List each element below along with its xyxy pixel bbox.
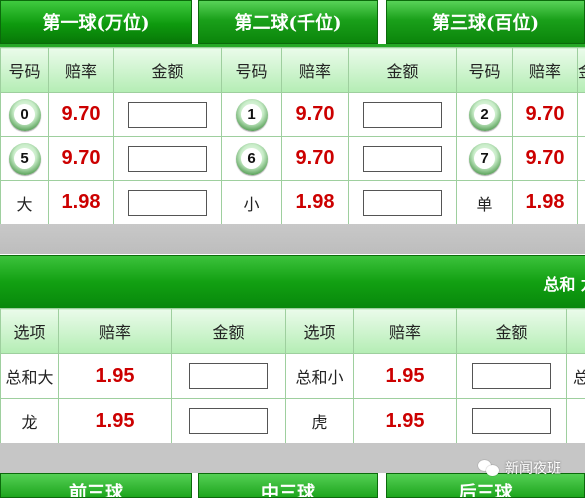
header-amount: 金额 (171, 308, 286, 354)
table-row: 总和大 1.95 总和小 1.95 总 (0, 353, 585, 399)
amount-cell (171, 398, 286, 444)
table-row: 0 9.70 1 9.70 2 9.70 (0, 92, 585, 137)
ball-cell: 5 (0, 136, 49, 181)
odds-value: 9.70 (512, 136, 578, 181)
header-odds: 赔率 (281, 47, 349, 93)
option-label: 虎 (285, 398, 354, 444)
amount-input[interactable] (472, 408, 551, 434)
header-amount: 金额 (577, 47, 585, 93)
odds-value: 9.70 (281, 92, 349, 137)
header-amount: 金额 (456, 308, 567, 354)
header-odds: 赔率 (512, 47, 578, 93)
header-number: 号码 (456, 47, 513, 93)
watermark: 新闻夜班 (478, 458, 561, 478)
table-row: 大 1.98 小 1.98 单 1.98 (0, 180, 585, 225)
ball-6-icon: 6 (235, 142, 268, 175)
odds-value: 1.95 (353, 398, 457, 444)
amount-cell (113, 92, 222, 137)
ball-7-icon: 7 (468, 142, 501, 175)
ball-cell: 7 (456, 136, 513, 181)
odds-value: 9.70 (48, 92, 114, 137)
ball-cell: 2 (456, 92, 513, 137)
empty-cell (566, 398, 585, 444)
amount-cell (171, 353, 286, 399)
odds-value: 1.98 (512, 180, 578, 225)
section-title: 总和 龙 (543, 275, 585, 294)
table-header-row: 选项 赔率 金额 选项 赔率 金额 (0, 308, 585, 354)
odds-value: 9.70 (512, 92, 578, 137)
header-extra (566, 308, 585, 354)
option-label: 单 (456, 180, 513, 225)
amount-cell (456, 353, 567, 399)
tab-ball-3[interactable]: 第三球(百位) (386, 0, 585, 44)
option-label: 小 (221, 180, 282, 225)
amount-cell (348, 180, 457, 225)
amount-input[interactable] (363, 145, 442, 172)
sum-odds-table: 选项 赔率 金额 选项 赔率 金额 总和大 1.95 总和小 1.95 总 龙 … (0, 308, 585, 444)
header-odds: 赔率 (58, 308, 172, 354)
ball-cell: 1 (221, 92, 282, 137)
odds-value: 1.98 (48, 180, 114, 225)
option-label: 总和大 (0, 353, 59, 399)
ball-5-icon: 5 (8, 142, 41, 175)
ball-2-icon: 2 (468, 98, 501, 131)
header-amount: 金额 (113, 47, 222, 93)
tab-front-three[interactable]: 前三球 (0, 473, 192, 498)
amount-input[interactable] (128, 189, 207, 216)
watermark-text: 新闻夜班 (505, 461, 561, 477)
ball-cell: 6 (221, 136, 282, 181)
header-number: 号码 (221, 47, 282, 93)
header-amount: 金额 (348, 47, 457, 93)
wechat-icon (478, 459, 500, 477)
amount-cell (348, 136, 457, 181)
amount-cell (113, 180, 222, 225)
amount-cell (348, 92, 457, 137)
section-banner: 总和 龙 (0, 255, 585, 309)
amount-input[interactable] (472, 363, 551, 389)
tab-ball-1[interactable]: 第一球(万位) (0, 0, 192, 44)
amount-cell (577, 92, 585, 137)
tab-ball-2[interactable]: 第二球(千位) (198, 0, 378, 44)
option-label: 龙 (0, 398, 59, 444)
odds-value: 1.95 (353, 353, 457, 399)
option-label: 总和小 (285, 353, 354, 399)
header-number: 号码 (0, 47, 49, 93)
ball-0-icon: 0 (8, 98, 41, 131)
odds-value: 1.95 (58, 353, 172, 399)
amount-cell (577, 180, 585, 225)
amount-input[interactable] (128, 145, 207, 172)
amount-input[interactable] (363, 101, 442, 128)
section-gap (0, 224, 585, 254)
amount-cell (456, 398, 567, 444)
header-option: 选项 (285, 308, 354, 354)
amount-input[interactable] (189, 363, 268, 389)
amount-cell (113, 136, 222, 181)
amount-input[interactable] (128, 101, 207, 128)
odds-value: 1.95 (58, 398, 172, 444)
odds-value: 9.70 (281, 136, 349, 181)
ball-1-icon: 1 (235, 98, 268, 131)
header-odds: 赔率 (48, 47, 114, 93)
tab-middle-three[interactable]: 中三球 (198, 473, 378, 498)
ball-cell: 0 (0, 92, 49, 137)
option-label: 大 (0, 180, 49, 225)
table-header-row: 号码 赔率 金额 号码 赔率 金额 号码 赔率 金额 (0, 47, 585, 93)
header-odds: 赔率 (353, 308, 457, 354)
option-label: 总 (566, 353, 585, 399)
odds-value: 1.98 (281, 180, 349, 225)
amount-input[interactable] (363, 189, 442, 216)
amount-cell (577, 136, 585, 181)
top-tab-bar: 第一球(万位) 第二球(千位) 第三球(百位) (0, 0, 585, 47)
amount-input[interactable] (189, 408, 268, 434)
header-option: 选项 (0, 308, 59, 354)
table-row: 5 9.70 6 9.70 7 9.70 (0, 136, 585, 181)
odds-value: 9.70 (48, 136, 114, 181)
ball-odds-table: 号码 赔率 金额 号码 赔率 金额 号码 赔率 金额 0 9.70 1 9.70… (0, 47, 585, 225)
table-row: 龙 1.95 虎 1.95 (0, 398, 585, 444)
